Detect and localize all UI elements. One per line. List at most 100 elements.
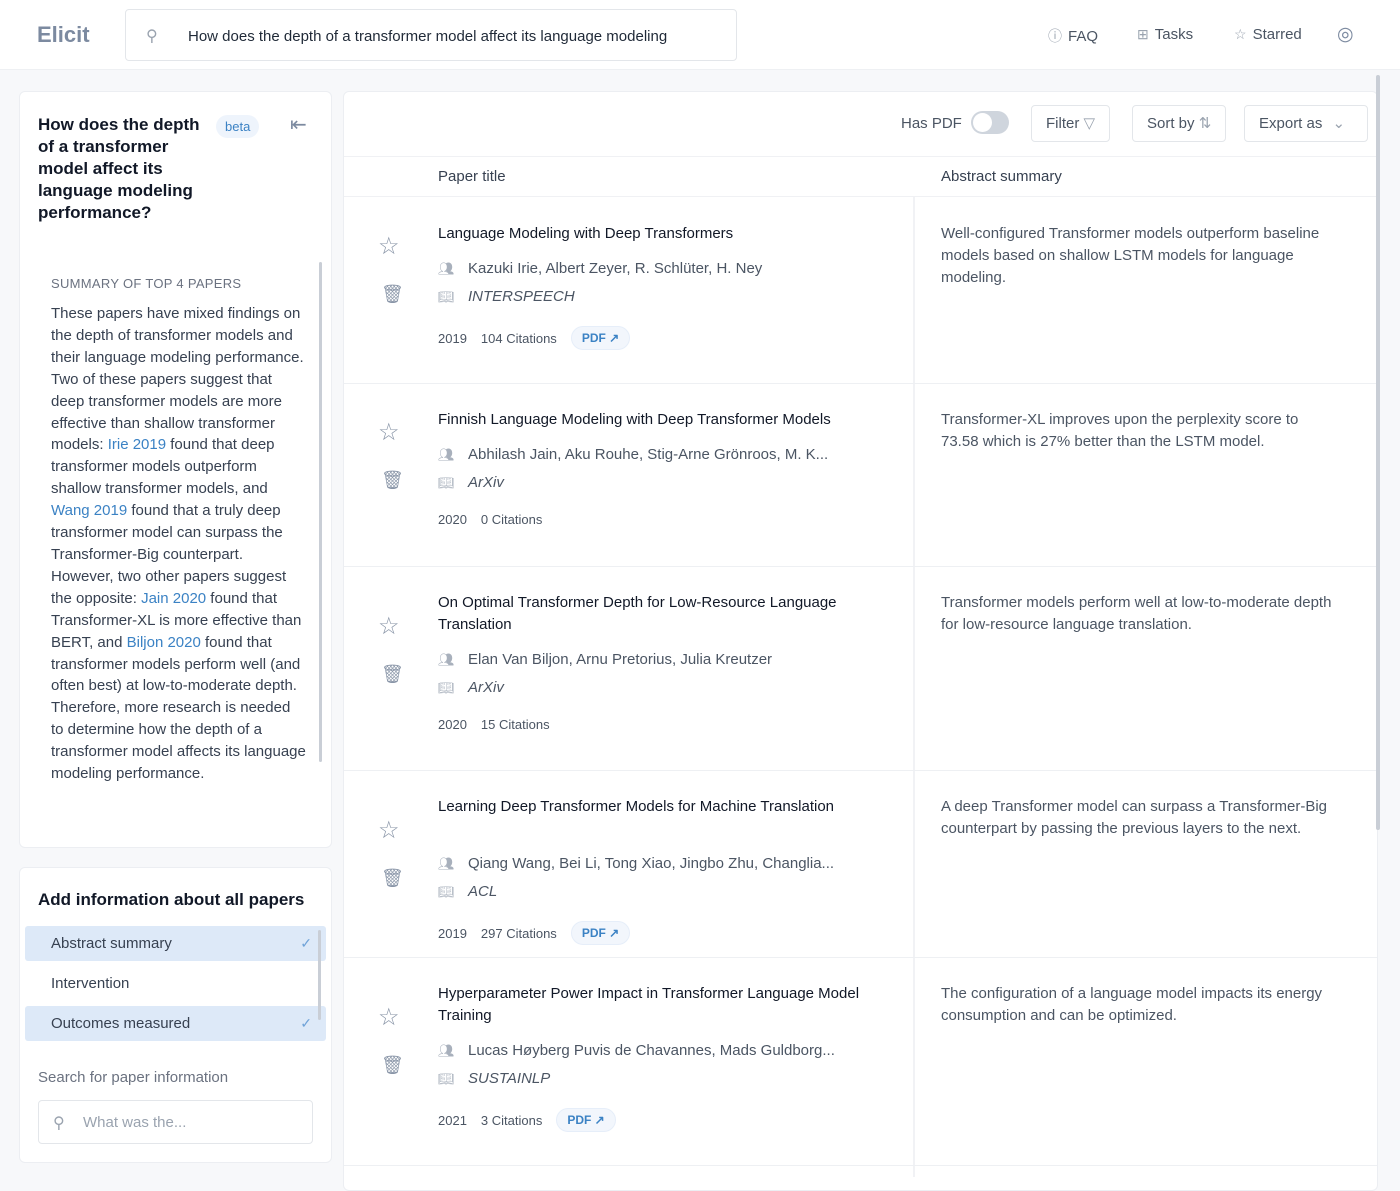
paper-authors: 👥︎ Lucas Høyberg Puvis de Chavannes, Mads… [438, 1042, 835, 1059]
authors-text: Kazuki Irie, Albert Zeyer, R. Schlüter, … [468, 260, 763, 277]
citation-link[interactable]: Biljon 2020 [127, 634, 201, 651]
paper-citations[interactable]: 0 Citations [481, 512, 542, 527]
citation-link[interactable]: Wang 2019 [51, 502, 127, 519]
paper-title[interactable]: Learning Deep Transformer Models for Mac… [438, 796, 888, 818]
users-icon: 👥︎ [438, 856, 455, 871]
info-option[interactable]: Outcomes measured ✓ [25, 1006, 326, 1041]
summary-scrollbar[interactable] [319, 262, 322, 762]
export-button[interactable]: Export as ⌄ [1244, 105, 1368, 142]
citation-link[interactable]: Jain 2020 [141, 590, 206, 607]
star-icon[interactable]: ☆ [378, 232, 400, 261]
paper-authors: 👥︎ Qiang Wang, Bei Li, Tong Xiao, Jingbo … [438, 855, 834, 872]
table-row: ☆ 🗑︎ On Optimal Transformer Depth for Low-… [344, 567, 1377, 771]
table-row: ☆ 🗑︎ Learning Deep Transformer Models for … [344, 771, 1377, 958]
venue-text: INTERSPEECH [468, 288, 575, 305]
trash-icon[interactable]: 🗑︎ [381, 868, 404, 889]
abstract-summary: Transformer models perform well at low-t… [941, 594, 1332, 633]
option-label: Abstract summary [51, 935, 172, 952]
venue-text: ACL [468, 883, 498, 900]
paper-title[interactable]: Finnish Language Modeling with Deep Tran… [438, 409, 888, 431]
paper-citations[interactable]: 3 Citations [481, 1113, 542, 1128]
abstract-summary: A deep Transformer model can surpass a T… [941, 798, 1328, 837]
options-scrollbar[interactable] [318, 930, 321, 1020]
nav-label: FAQ [1068, 27, 1099, 45]
query-input[interactable]: How does the depth of a transformer mode… [188, 28, 667, 45]
paper-year: 2019 [438, 330, 467, 346]
table-row: ☆ 🗑︎ Hyperparameter Power Impact in Transf… [344, 958, 1377, 1166]
option-label: Intervention [51, 975, 130, 992]
trash-icon[interactable]: 🗑︎ [381, 284, 404, 305]
summary-heading: SUMMARY OF TOP 4 PAPERS [51, 276, 242, 291]
paper-footer: 2021 3 Citations PDF ↗ [438, 1108, 616, 1132]
nav-tasks[interactable]: ⊞ Tasks [1137, 26, 1193, 43]
summary-segment: These papers have mixed findings on the … [51, 305, 304, 454]
venue-text: SUSTAINLP [468, 1070, 551, 1087]
paper-citations[interactable]: 297 Citations [481, 926, 557, 941]
paper-info-search-input[interactable]: ⚲ What was the... [38, 1100, 313, 1144]
paper-title[interactable]: Language Modeling with Deep Transformers [438, 223, 888, 245]
trash-icon[interactable]: 🗑︎ [381, 470, 404, 491]
paper-authors: 👥︎ Kazuki Irie, Albert Zeyer, R. Schlüter… [438, 260, 762, 277]
question-circle-icon: ⓘ [1048, 28, 1062, 44]
paper-venue: 📖︎ SUSTAINLP [438, 1070, 550, 1087]
trash-icon[interactable]: 🗑︎ [381, 1055, 404, 1076]
star-icon[interactable]: ☆ [378, 1003, 400, 1032]
paper-year: 2020 [438, 512, 467, 527]
paper-authors: 👥︎ Abhilash Jain, Aku Rouhe, Stig-Arne Gr… [438, 446, 828, 463]
citation-link[interactable]: Irie 2019 [108, 436, 166, 453]
search-icon: ⚲ [146, 28, 158, 45]
paper-title[interactable]: On Optimal Transformer Depth for Low-Res… [438, 592, 888, 636]
users-icon: 👥︎ [438, 652, 455, 667]
search-icon: ⚲ [53, 1115, 65, 1132]
chevron-down-icon: ⌄ [1332, 115, 1346, 132]
sort-button[interactable]: Sort by ⇅ [1132, 105, 1227, 142]
question-title: How does the depth of a transformer mode… [38, 115, 200, 222]
book-icon: 📖︎ [438, 1071, 455, 1086]
query-search-bar[interactable]: ⚲ How does the depth of a transformer mo… [125, 9, 737, 61]
pdf-link[interactable]: PDF ↗ [556, 1108, 616, 1132]
filter-button[interactable]: Filter ▽ [1031, 105, 1111, 142]
abstract-summary: The configuration of a language model im… [941, 985, 1323, 1024]
info-option[interactable]: Abstract summary ✓ [25, 926, 326, 961]
results-panel: Has PDF Filter ▽ Sort by ⇅ Export as ⌄ P… [343, 91, 1378, 1191]
summary-segment: found that transformer models perform we… [51, 633, 306, 783]
logo[interactable]: Elicit [37, 22, 90, 48]
paper-authors: 👥︎ Elan Van Biljon, Arnu Pretorius, Julia… [438, 651, 772, 668]
book-icon: 📖︎ [438, 475, 455, 490]
option-label: Outcomes measured [51, 1015, 191, 1032]
sort-label: Sort by [1147, 115, 1195, 132]
table-row: ☆ 🗑︎ Language Modeling with Deep Transform… [344, 198, 1377, 384]
paper-venue: 📖︎ ArXiv [438, 474, 504, 491]
trash-icon[interactable]: 🗑︎ [381, 664, 404, 685]
abstract-summary: Well-configured Transformer models outpe… [941, 225, 1320, 286]
summary-text: These papers have mixed findings on the … [51, 303, 306, 843]
star-icon[interactable]: ☆ [378, 418, 400, 447]
collapse-sidebar-icon[interactable]: ⇤ [290, 112, 307, 137]
pdf-link[interactable]: PDF ↗ [570, 326, 631, 350]
column-abstract-summary[interactable]: Abstract summary [941, 168, 1062, 185]
nav-starred[interactable]: ☆ Starred [1234, 26, 1302, 43]
user-avatar-icon[interactable]: ◎ [1337, 23, 1354, 46]
nav-label: Tasks [1154, 26, 1194, 43]
paper-citations[interactable]: 104 Citations [481, 331, 557, 346]
users-icon: 👥︎ [438, 1043, 455, 1058]
column-paper-title[interactable]: Paper title [438, 168, 506, 185]
sort-icon: ⇅ [1198, 115, 1212, 132]
filter-label: Filter [1046, 115, 1080, 132]
pdf-link[interactable]: PDF ↗ [570, 921, 631, 945]
star-icon[interactable]: ☆ [378, 612, 400, 641]
paper-footer: 2019 104 Citations PDF ↗ [438, 326, 631, 350]
grid-icon: ⊞ [1137, 26, 1149, 42]
book-icon: 📖︎ [438, 680, 455, 695]
search-info-label: Search for paper information [38, 1069, 229, 1086]
paper-citations[interactable]: 15 Citations [481, 717, 550, 732]
has-pdf-toggle[interactable] [971, 111, 1009, 134]
nav-faq[interactable]: ⓘ FAQ [1048, 26, 1098, 46]
paper-title[interactable]: Hyperparameter Power Impact in Transform… [438, 983, 888, 1027]
table-header: Paper title Abstract summary [344, 156, 1377, 197]
info-option[interactable]: Intervention [25, 966, 326, 1001]
page-scrollbar[interactable] [1376, 75, 1380, 830]
venue-text: ArXiv [468, 474, 504, 491]
top-bar: Elicit ⚲ How does the depth of a transfo… [0, 0, 1400, 70]
star-icon[interactable]: ☆ [378, 816, 400, 845]
